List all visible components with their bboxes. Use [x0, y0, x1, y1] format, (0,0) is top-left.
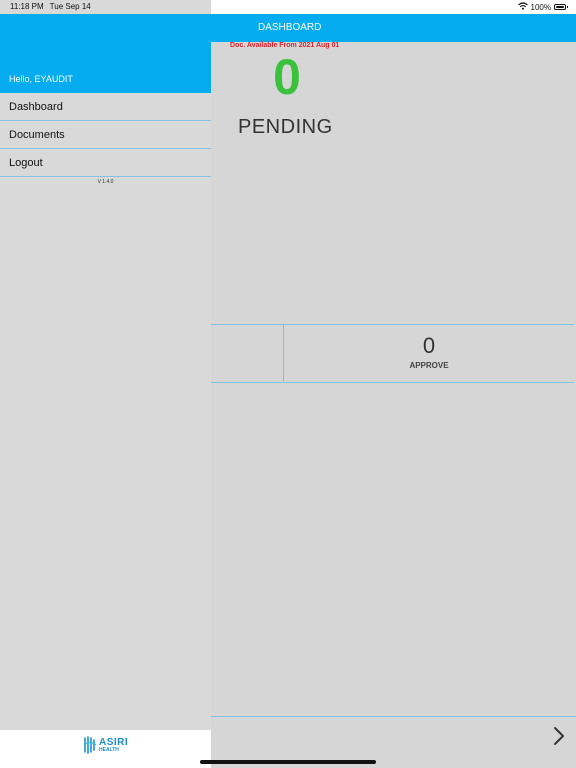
divider-vertical [283, 325, 284, 382]
approve-count[interactable]: 0 [411, 335, 447, 357]
sidebar-item-documents[interactable]: Documents [0, 121, 211, 149]
user-greeting: Hello, EYAUDIT [9, 74, 73, 84]
status-indicators: 100% [517, 2, 568, 12]
pending-count[interactable]: 0 [257, 52, 317, 102]
approve-label: APPROVE [409, 361, 449, 370]
battery-icon [554, 4, 568, 10]
divider-footer [211, 716, 576, 717]
pending-label: PENDING [238, 116, 333, 138]
sidebar-header: Hello, EYAUDIT [0, 14, 211, 93]
asiri-health-logo-icon: ASIRI HEALTH [83, 736, 128, 754]
divider-bottom [211, 382, 574, 383]
status-date: Tue Sep 14 [49, 2, 91, 11]
logo-name: ASIRI [99, 736, 129, 748]
main-content: DASHBOARD Doc. Available From 2021 Aug 0… [211, 14, 576, 768]
home-indicator[interactable] [200, 760, 376, 764]
app-version: V 1.4.0 [97, 179, 114, 185]
sidebar: Hello, EYAUDIT Dashboard Documents Logou… [0, 0, 211, 768]
chevron-right-icon[interactable] [550, 725, 568, 747]
screen: Hello, EYAUDIT Dashboard Documents Logou… [0, 0, 576, 768]
battery-percentage: 100% [530, 2, 551, 12]
page-title: DASHBOARD [258, 22, 322, 33]
sidebar-item-logout[interactable]: Logout [0, 149, 211, 177]
sidebar-menu: Dashboard Documents Logout [0, 93, 211, 177]
divider-top [211, 324, 574, 325]
sidebar-item-dashboard[interactable]: Dashboard [0, 93, 211, 121]
wifi-icon [517, 2, 528, 12]
availability-notice: Doc. Available From 2021 Aug 01 [230, 42, 340, 49]
logo-subtitle: HEALTH [99, 746, 119, 753]
status-time: 11:18 PM Tue Sep 14 [10, 2, 91, 11]
sidebar-footer: ASIRI HEALTH [0, 730, 211, 768]
status-clock: 11:18 PM [10, 2, 44, 11]
navigation-bar: DASHBOARD [211, 14, 576, 42]
